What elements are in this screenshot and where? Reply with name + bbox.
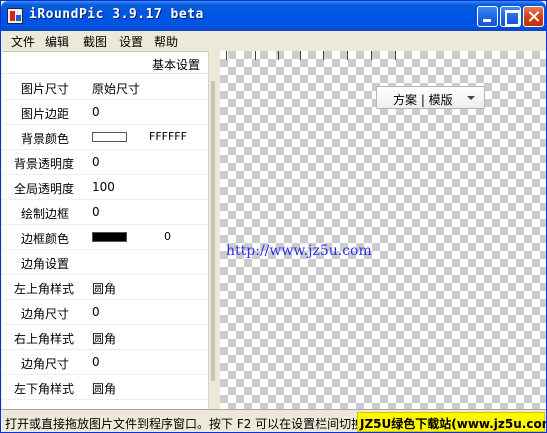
setting-label: 边框颜色 (21, 232, 70, 246)
panel-title: 基本设置 (151, 58, 200, 72)
menu-settings[interactable]: 设置 (119, 33, 143, 50)
ruler-tick (347, 51, 348, 60)
ruler-tick (395, 51, 396, 60)
scrollbar-thumb[interactable] (211, 81, 215, 381)
setting-value: FFFFFF (149, 130, 187, 143)
setting-value[interactable]: 圆角 (92, 280, 116, 297)
setting-label: 绘制边框 (21, 207, 70, 221)
chevron-down-icon (467, 96, 475, 100)
scheme-template-dropdown[interactable]: 方案 | 模版 (376, 86, 485, 109)
setting-label: 全局透明度 (14, 182, 75, 196)
ruler-tick (278, 51, 279, 60)
setting-value[interactable]: 原始尺寸 (92, 80, 140, 97)
panel-splitter[interactable] (208, 51, 219, 409)
image-canvas[interactable]: 方案 | 模版 http://www.jz5u.com (220, 51, 546, 409)
setting-value[interactable]: 0 (92, 305, 100, 319)
setting-section-label: 边角设置 (21, 257, 70, 271)
setting-row-corner-settings: 边角设置 (2, 250, 208, 275)
setting-row-image-margin[interactable]: 图片边距 0 (2, 100, 208, 125)
window-title: iRoundPic 3.9.17 beta (29, 7, 204, 22)
ruler-tick (226, 51, 227, 60)
setting-value[interactable]: 0 (92, 205, 100, 219)
status-bar: 打开或直接拖放图片文件到程序窗口。按下 F2 可以在设置栏间切换 JZ5U绿色下… (1, 409, 546, 432)
ruler-tick (300, 51, 301, 60)
setting-label: 背景透明度 (14, 157, 75, 171)
setting-row-border-color[interactable]: 边框颜色 0 (2, 225, 208, 250)
setting-row-bg-opacity[interactable]: 背景透明度 0 (2, 150, 208, 175)
setting-row-global-opacity[interactable]: 全局透明度 100 (2, 175, 208, 200)
app-icon (7, 8, 23, 24)
menu-edit[interactable]: 编辑 (45, 33, 69, 50)
setting-row-top-left-style[interactable]: 左上角样式 圆角 (2, 275, 208, 300)
status-text: 打开或直接拖放图片文件到程序窗口。按下 F2 可以在设置栏间切换 (5, 417, 364, 431)
setting-row-top-right-size[interactable]: 边角尺寸 0 (2, 350, 208, 375)
site-badge-text: JZ5U绿色下载站(www.jz5u.com) (360, 417, 546, 431)
close-button[interactable] (523, 6, 544, 27)
minimize-button[interactable] (477, 6, 498, 27)
menu-file[interactable]: 文件 (11, 33, 35, 50)
setting-label: 左上角样式 (14, 282, 75, 296)
setting-label: 边角尺寸 (21, 357, 70, 371)
setting-row-bottom-left-style[interactable]: 左下角样式 圆角 (2, 375, 208, 400)
title-bar[interactable]: iRoundPic 3.9.17 beta (1, 1, 546, 31)
settings-panel-header: 基本设置 (2, 52, 208, 74)
ruler-tick (255, 51, 256, 60)
setting-label: 边角尺寸 (21, 307, 70, 321)
ruler (220, 51, 546, 61)
setting-label: 左下角样式 (14, 382, 75, 396)
setting-value[interactable]: 100 (92, 180, 115, 194)
maximize-button[interactable] (500, 6, 521, 27)
setting-value[interactable]: 0 (92, 105, 100, 119)
menu-capture[interactable]: 截图 (83, 33, 107, 50)
color-swatch[interactable] (92, 132, 127, 142)
ruler-tick (323, 51, 324, 60)
ruler-tick (371, 51, 372, 60)
setting-row-top-right-style[interactable]: 右上角样式 圆角 (2, 325, 208, 350)
setting-row-draw-border[interactable]: 绘制边框 0 (2, 200, 208, 225)
setting-label: 背景颜色 (21, 132, 70, 146)
menu-bar: 文件 编辑 截图 设置 帮助 (1, 31, 546, 50)
color-swatch[interactable] (92, 232, 127, 242)
setting-label: 图片尺寸 (21, 82, 70, 96)
app-window: iRoundPic 3.9.17 beta 文件 编辑 截图 设置 帮助 基本设… (0, 0, 547, 433)
setting-value[interactable]: 0 (92, 355, 100, 369)
scheme-dropdown-label: 方案 | 模版 (393, 93, 453, 107)
setting-value[interactable]: 圆角 (92, 330, 116, 347)
setting-label: 右上角样式 (14, 332, 75, 346)
setting-row-bg-color[interactable]: 背景颜色 FFFFFF (2, 125, 208, 150)
setting-row-top-left-size[interactable]: 边角尺寸 0 (2, 300, 208, 325)
setting-value[interactable]: 0 (92, 155, 100, 169)
menu-help[interactable]: 帮助 (154, 33, 178, 50)
setting-row-image-size[interactable]: 图片尺寸 原始尺寸 (2, 75, 208, 100)
setting-label: 图片边距 (21, 107, 70, 121)
setting-value: 0 (164, 230, 171, 243)
watermark-url: http://www.jz5u.com (226, 243, 372, 259)
site-badge: JZ5U绿色下载站(www.jz5u.com) (357, 412, 546, 432)
settings-panel: 基本设置 图片尺寸 原始尺寸 图片边距 0 背景颜色 FFFFFF 背景透明度 … (2, 51, 208, 409)
setting-value[interactable]: 圆角 (92, 380, 116, 397)
